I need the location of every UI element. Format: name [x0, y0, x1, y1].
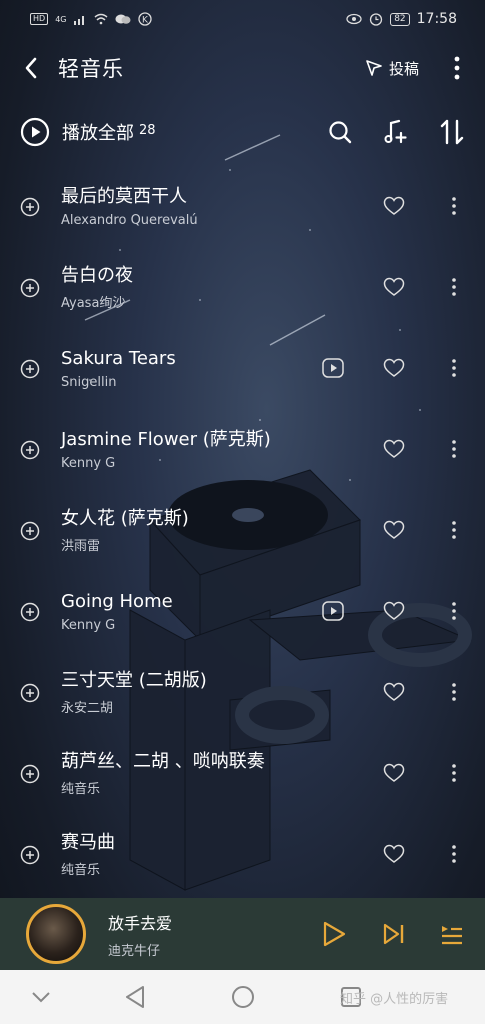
song-count: 28	[139, 122, 156, 138]
more-vertical-icon	[454, 56, 460, 80]
song-more-button[interactable]	[445, 356, 463, 380]
watermark: 知乎 @人性的厉害	[340, 992, 449, 1007]
album-cover[interactable]	[26, 904, 86, 964]
more-vertical-icon	[452, 683, 456, 701]
more-vertical-icon	[452, 521, 456, 539]
more-vertical-icon	[452, 197, 456, 215]
next-button[interactable]	[379, 919, 409, 949]
wifi-icon	[95, 13, 108, 25]
heart-icon[interactable]	[383, 520, 405, 540]
song-row[interactable]: 三寸天堂 (二胡版) 永安二胡	[0, 652, 485, 733]
triangle-back-icon	[126, 986, 144, 1008]
status-bar: HD 4G K 82 17:58	[0, 0, 485, 38]
more-vertical-icon	[452, 440, 456, 458]
playlist-button[interactable]	[437, 919, 467, 949]
song-more-button[interactable]	[445, 680, 463, 704]
add-circle-icon[interactable]	[20, 521, 40, 541]
status-time: 17:58	[416, 11, 457, 27]
playlist-icon	[442, 926, 462, 945]
heart-icon[interactable]	[383, 682, 405, 702]
song-row[interactable]: Going Home Kenny G	[0, 571, 485, 652]
chevron-down-icon	[32, 992, 50, 1003]
submit-button[interactable]: 投稿	[365, 58, 419, 79]
mini-player[interactable]: 放手去爱 迪克牛仔	[0, 898, 485, 970]
play-icon	[323, 921, 346, 947]
more-vertical-icon	[452, 764, 456, 782]
heart-icon[interactable]	[383, 277, 405, 297]
alarm-icon	[370, 13, 383, 26]
sort-icon	[440, 119, 464, 145]
search-icon	[329, 121, 352, 144]
song-more-button[interactable]	[445, 275, 463, 299]
heart-icon[interactable]	[383, 358, 405, 378]
song-more-button[interactable]	[445, 599, 463, 623]
search-button[interactable]	[325, 117, 355, 147]
add-circle-icon[interactable]	[20, 845, 40, 865]
song-list: 最后的莫西干人 Alexandro Querevalú 告白の夜 Ayasa绚沙…	[0, 166, 485, 895]
wechat-icon	[115, 14, 131, 24]
k-app-icon: K	[138, 12, 153, 26]
heart-icon[interactable]	[383, 439, 405, 459]
add-circle-icon[interactable]	[20, 197, 40, 217]
header-more-button[interactable]	[447, 53, 467, 83]
heart-icon[interactable]	[383, 844, 405, 864]
sort-button[interactable]	[437, 117, 467, 147]
add-songs-button[interactable]	[381, 117, 411, 147]
network-badge: 4G	[55, 14, 67, 24]
add-circle-icon[interactable]	[20, 602, 40, 622]
eye-comfort-icon	[346, 13, 362, 25]
submit-label: 投稿	[388, 59, 419, 78]
more-vertical-icon	[452, 359, 456, 377]
chevron-left-icon	[25, 57, 37, 79]
nav-home-button[interactable]	[230, 984, 256, 1010]
song-more-button[interactable]	[445, 842, 463, 866]
nav-back-button[interactable]	[122, 984, 148, 1010]
play-button[interactable]	[319, 919, 349, 949]
song-row[interactable]: 最后的莫西干人 Alexandro Querevalú	[0, 166, 485, 247]
hd-badge: HD	[30, 13, 49, 25]
song-row[interactable]: Sakura Tears Snigellin	[0, 328, 485, 409]
more-vertical-icon	[452, 602, 456, 620]
now-playing-title: 放手去爱	[108, 913, 173, 933]
heart-icon[interactable]	[383, 196, 405, 216]
song-more-button[interactable]	[445, 761, 463, 785]
add-circle-icon[interactable]	[20, 278, 40, 298]
heart-icon[interactable]	[383, 601, 405, 621]
system-nav-bar: 知乎 @人性的厉害	[0, 970, 485, 1024]
music-plus-icon	[384, 119, 407, 144]
song-row[interactable]: 告白の夜 Ayasa绚沙	[0, 247, 485, 328]
song-row[interactable]: 女人花 (萨克斯) 洪雨雷	[0, 490, 485, 571]
send-icon	[366, 60, 382, 76]
song-more-button[interactable]	[445, 518, 463, 542]
more-vertical-icon	[452, 845, 456, 863]
nav-collapse-button[interactable]	[28, 984, 54, 1010]
song-more-button[interactable]	[445, 437, 463, 461]
back-button[interactable]	[18, 55, 44, 81]
song-row[interactable]: 葫芦丝、二胡 、唢呐联奏 纯音乐	[0, 733, 485, 814]
heart-icon[interactable]	[383, 763, 405, 783]
song-more-button[interactable]	[445, 194, 463, 218]
now-playing-artist: 迪克牛仔	[108, 943, 161, 959]
song-row[interactable]: 赛马曲 纯音乐	[0, 814, 485, 895]
add-circle-icon[interactable]	[20, 359, 40, 379]
add-circle-icon[interactable]	[20, 440, 40, 460]
page-title: 轻音乐	[58, 57, 124, 81]
more-vertical-icon	[452, 278, 456, 296]
skip-next-icon	[383, 923, 404, 945]
battery-indicator: 82	[390, 12, 410, 26]
mv-icon[interactable]	[322, 601, 344, 621]
play-all-bar: 播放全部 28	[0, 98, 485, 166]
play-circle-icon[interactable]	[20, 117, 50, 147]
app-header: 轻音乐 投稿	[0, 38, 485, 98]
song-row[interactable]: Jasmine Flower (萨克斯) Kenny G	[0, 409, 485, 490]
add-circle-icon[interactable]	[20, 683, 40, 703]
signal-icon	[74, 16, 85, 25]
circle-home-icon	[232, 986, 254, 1008]
add-circle-icon[interactable]	[20, 764, 40, 784]
mv-icon[interactable]	[322, 358, 344, 378]
play-all-button[interactable]: 播放全部	[62, 119, 134, 145]
